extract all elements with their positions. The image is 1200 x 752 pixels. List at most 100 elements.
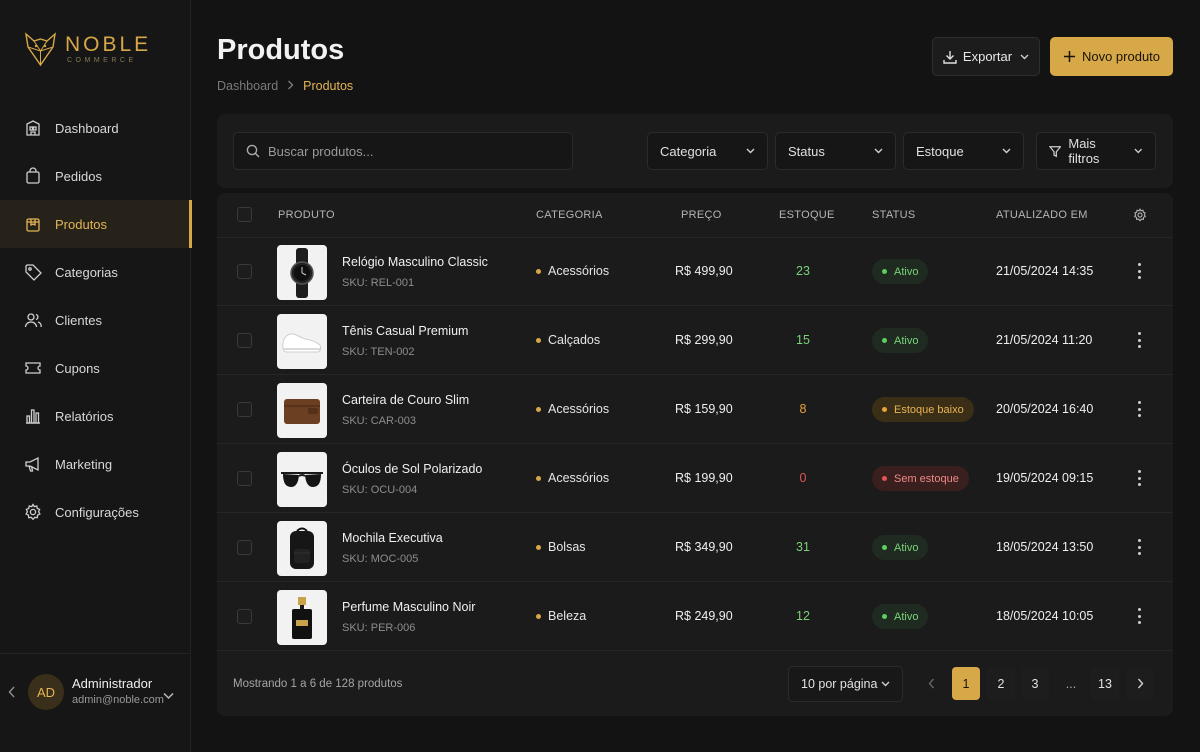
sidebar-item-clientes[interactable]: Clientes bbox=[0, 296, 191, 344]
sidebar-item-cupons[interactable]: Cupons bbox=[0, 344, 191, 392]
product-sku: SKU: TEN-002 bbox=[342, 346, 415, 358]
more-vertical-icon[interactable] bbox=[1131, 330, 1147, 350]
row-checkbox[interactable] bbox=[237, 609, 252, 624]
product-price: R$ 349,90 bbox=[675, 540, 733, 554]
breadcrumb: Dashboard Produtos bbox=[217, 79, 353, 93]
brand-logo[interactable]: NOBLE COMMERCE bbox=[24, 31, 151, 67]
table-row[interactable]: Relógio Masculino Classic SKU: REL-001 A… bbox=[217, 237, 1173, 306]
sidebar-item-pedidos[interactable]: Pedidos bbox=[0, 152, 191, 200]
column-stock[interactable]: ESTOQUE bbox=[779, 209, 835, 221]
product-name[interactable]: Óculos de Sol Polarizado bbox=[342, 462, 482, 476]
more-filters-button[interactable]: Mais filtros bbox=[1036, 132, 1156, 170]
column-settings-icon[interactable] bbox=[1133, 208, 1147, 227]
page-button-2[interactable]: 2 bbox=[987, 667, 1015, 700]
stock-select[interactable]: Estoque bbox=[903, 132, 1024, 170]
more-vertical-icon[interactable] bbox=[1131, 468, 1147, 488]
product-image-sunglasses[interactable] bbox=[277, 452, 327, 507]
per-page-select[interactable]: 10 por página bbox=[788, 666, 903, 702]
product-name[interactable]: Mochila Executiva bbox=[342, 531, 443, 545]
results-summary: Mostrando 1 a 6 de 128 produtos bbox=[233, 678, 403, 690]
filter-icon bbox=[1049, 145, 1062, 157]
search-icon bbox=[246, 144, 260, 158]
search-box[interactable] bbox=[233, 132, 573, 170]
new-product-button[interactable]: Novo produto bbox=[1050, 37, 1173, 76]
sidebar-item-label: Pedidos bbox=[55, 168, 102, 184]
column-product[interactable]: PRODUTO bbox=[278, 209, 335, 221]
column-updated[interactable]: ATUALIZADO EM bbox=[996, 209, 1088, 221]
sidebar-item-relatorios[interactable]: Relatórios bbox=[0, 392, 191, 440]
more-vertical-icon[interactable] bbox=[1131, 399, 1147, 419]
product-stock: 0 bbox=[799, 471, 807, 485]
plus-icon bbox=[1063, 51, 1075, 62]
product-updated: 21/05/2024 11:20 bbox=[996, 333, 1093, 347]
avatar[interactable]: AD bbox=[28, 674, 64, 710]
status-select[interactable]: Status bbox=[775, 132, 896, 170]
collapse-sidebar-icon[interactable] bbox=[8, 686, 16, 701]
page-button-13[interactable]: 13 bbox=[1091, 667, 1119, 700]
more-vertical-icon[interactable] bbox=[1131, 261, 1147, 281]
more-vertical-icon[interactable] bbox=[1131, 537, 1147, 557]
row-checkbox[interactable] bbox=[237, 540, 252, 555]
product-stock: 8 bbox=[799, 402, 807, 416]
sidebar-item-label: Clientes bbox=[55, 312, 102, 328]
sidebar-nav: Dashboard Pedidos Produtos Categorias Cl… bbox=[0, 104, 192, 536]
next-page-button[interactable] bbox=[1126, 667, 1154, 700]
row-checkbox[interactable] bbox=[237, 471, 252, 486]
product-category: Acessórios bbox=[536, 264, 609, 278]
more-vertical-icon[interactable] bbox=[1131, 606, 1147, 626]
sidebar-item-produtos[interactable]: Produtos bbox=[0, 200, 192, 248]
product-stock: 15 bbox=[796, 333, 810, 347]
chevron-down-icon[interactable] bbox=[163, 687, 174, 705]
table-row[interactable]: Óculos de Sol Polarizado SKU: OCU-004 Ac… bbox=[217, 444, 1173, 513]
chevron-down-icon bbox=[1134, 148, 1143, 154]
row-checkbox[interactable] bbox=[237, 333, 252, 348]
row-checkbox[interactable] bbox=[237, 402, 252, 417]
column-status[interactable]: STATUS bbox=[872, 209, 916, 221]
sidebar-item-label: Cupons bbox=[55, 360, 100, 376]
breadcrumb-current: Produtos bbox=[303, 79, 354, 93]
select-all-checkbox[interactable] bbox=[237, 207, 252, 222]
product-image-watch[interactable] bbox=[277, 245, 327, 300]
sidebar-item-dashboard[interactable]: Dashboard bbox=[0, 104, 191, 152]
product-name[interactable]: Relógio Masculino Classic bbox=[342, 255, 488, 269]
product-image-perfume[interactable] bbox=[277, 590, 327, 645]
chevron-down-icon bbox=[746, 148, 755, 154]
product-sku: SKU: PER-006 bbox=[342, 622, 416, 634]
page-button-1[interactable]: 1 bbox=[952, 667, 980, 700]
user-email: admin@noble.com bbox=[72, 694, 164, 706]
product-updated: 20/05/2024 16:40 bbox=[996, 402, 1094, 416]
column-category[interactable]: CATEGORIA bbox=[536, 209, 603, 221]
table-row[interactable]: Perfume Masculino Noir SKU: PER-006 Bele… bbox=[217, 582, 1173, 651]
page-button-3[interactable]: 3 bbox=[1021, 667, 1049, 700]
status-badge: Sem estoque bbox=[872, 466, 969, 491]
brand-name: NOBLE bbox=[65, 33, 152, 56]
previous-page-button[interactable] bbox=[917, 667, 945, 700]
products-table: PRODUTO CATEGORIA PREÇO ESTOQUE STATUS A… bbox=[217, 193, 1173, 716]
table-row[interactable]: Carteira de Couro Slim SKU: CAR-003 Aces… bbox=[217, 375, 1173, 444]
ticket-icon bbox=[24, 359, 42, 377]
sidebar-item-marketing[interactable]: Marketing bbox=[0, 440, 191, 488]
sidebar-item-label: Produtos bbox=[55, 216, 108, 232]
column-price[interactable]: PREÇO bbox=[681, 209, 722, 221]
product-name[interactable]: Perfume Masculino Noir bbox=[342, 600, 475, 614]
page-title: Produtos bbox=[217, 34, 345, 66]
product-name[interactable]: Carteira de Couro Slim bbox=[342, 393, 469, 407]
breadcrumb-home[interactable]: Dashboard bbox=[217, 79, 278, 93]
product-name[interactable]: Tênis Casual Premium bbox=[342, 324, 468, 338]
product-image-wallet[interactable] bbox=[277, 383, 327, 438]
export-label: Exportar bbox=[962, 49, 1013, 64]
chevron-down-icon bbox=[1002, 148, 1011, 154]
brand-tagline: COMMERCE bbox=[67, 57, 137, 64]
search-input[interactable] bbox=[268, 143, 548, 159]
sidebar-item-categorias[interactable]: Categorias bbox=[0, 248, 191, 296]
product-image-sneaker[interactable] bbox=[277, 314, 327, 369]
sidebar-item-configuracoes[interactable]: Configurações bbox=[0, 488, 191, 536]
row-checkbox[interactable] bbox=[237, 264, 252, 279]
export-button[interactable]: Exportar bbox=[932, 37, 1040, 76]
category-select[interactable]: Categoria bbox=[647, 132, 768, 170]
table-row[interactable]: Tênis Casual Premium SKU: TEN-002 Calçad… bbox=[217, 306, 1173, 375]
product-category: Beleza bbox=[536, 609, 586, 623]
table-row[interactable]: Mochila Executiva SKU: MOC-005 Bolsas R$… bbox=[217, 513, 1173, 582]
status-badge: Ativo bbox=[872, 328, 929, 353]
product-image-backpack[interactable] bbox=[277, 521, 327, 576]
